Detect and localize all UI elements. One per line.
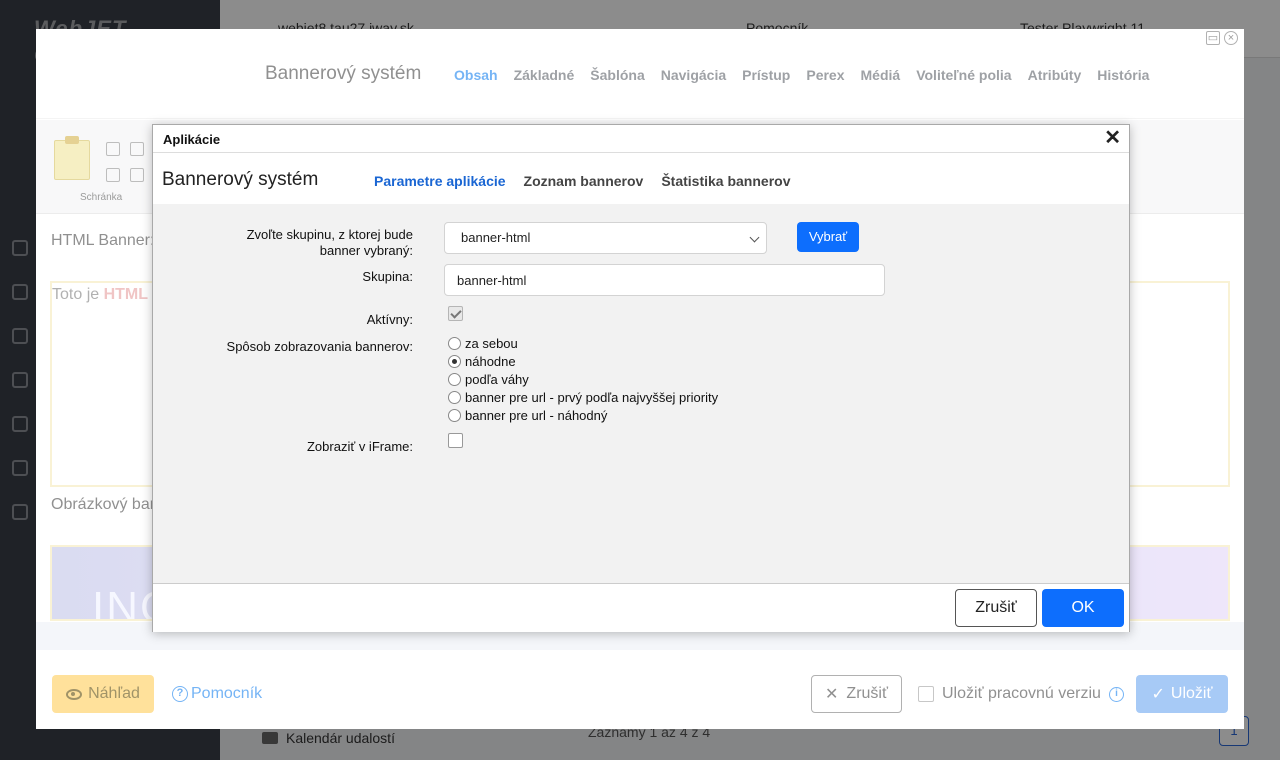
radio-label: za sebou bbox=[465, 335, 518, 351]
group-select-label: Zvoľte skupinu, z ktorej bude banner vyb… bbox=[246, 227, 413, 258]
app-parameters-form: Zvoľte skupinu, z ktorej bude banner vyb… bbox=[153, 204, 1129, 583]
radio-label: banner pre url - náhodný bbox=[465, 407, 608, 423]
radio-option[interactable]: za sebou bbox=[448, 334, 718, 352]
group-select-value: banner-html bbox=[461, 230, 531, 245]
display-mode-radio-group: za sebou náhodne podľa váhy banner pre u… bbox=[448, 334, 718, 424]
radio-button[interactable] bbox=[448, 390, 461, 404]
radio-label: podľa váhy bbox=[465, 371, 529, 387]
cancel-button[interactable]: Zrušiť bbox=[955, 589, 1037, 627]
tab-parametre-aplikacie[interactable]: Parametre aplikácie bbox=[374, 173, 506, 189]
tab-statistika-bannerov[interactable]: Štatistika bannerov bbox=[661, 173, 790, 189]
dialog-titlebar: Aplikácie ✕ bbox=[153, 125, 1129, 153]
ok-button[interactable]: OK bbox=[1042, 589, 1124, 627]
chevron-down-icon bbox=[749, 232, 760, 243]
radio-button[interactable] bbox=[448, 372, 461, 386]
group-label: Skupina: bbox=[362, 269, 413, 284]
app-title: Bannerový systém bbox=[162, 169, 319, 190]
group-select[interactable]: banner-html bbox=[444, 222, 767, 254]
app-tabs: Parametre aplikácie Zoznam bannerov Štat… bbox=[374, 173, 790, 189]
display-mode-label: Spôsob zobrazovania bannerov: bbox=[226, 339, 413, 354]
select-group-button[interactable]: Vybrať bbox=[797, 222, 859, 252]
radio-button[interactable] bbox=[448, 336, 461, 350]
active-label: Aktívny: bbox=[366, 312, 413, 327]
radio-option[interactable]: banner pre url - náhodný bbox=[448, 406, 718, 424]
close-icon[interactable]: ✕ bbox=[1104, 128, 1121, 148]
iframe-checkbox[interactable] bbox=[448, 433, 463, 448]
group-input[interactable]: banner-html bbox=[444, 264, 885, 296]
active-checkbox[interactable] bbox=[448, 306, 463, 321]
radio-option[interactable]: podľa váhy bbox=[448, 370, 718, 388]
dialog-footer: Zrušiť OK bbox=[153, 583, 1129, 632]
tab-zoznam-bannerov[interactable]: Zoznam bannerov bbox=[524, 173, 644, 189]
app-header: Bannerový systém Parametre aplikácie Zoz… bbox=[153, 154, 1129, 204]
applications-dialog: Aplikácie ✕ Bannerový systém Parametre a… bbox=[152, 124, 1130, 632]
radio-label: náhodne bbox=[465, 353, 516, 369]
radio-option[interactable]: banner pre url - prvý podľa najvyššej pr… bbox=[448, 388, 718, 406]
radio-option[interactable]: náhodne bbox=[448, 352, 718, 370]
radio-label: banner pre url - prvý podľa najvyššej pr… bbox=[465, 389, 719, 405]
iframe-label: Zobraziť v iFrame: bbox=[306, 439, 413, 454]
dialog-title: Aplikácie bbox=[163, 132, 221, 147]
radio-button[interactable] bbox=[448, 354, 461, 368]
radio-button[interactable] bbox=[448, 408, 461, 422]
